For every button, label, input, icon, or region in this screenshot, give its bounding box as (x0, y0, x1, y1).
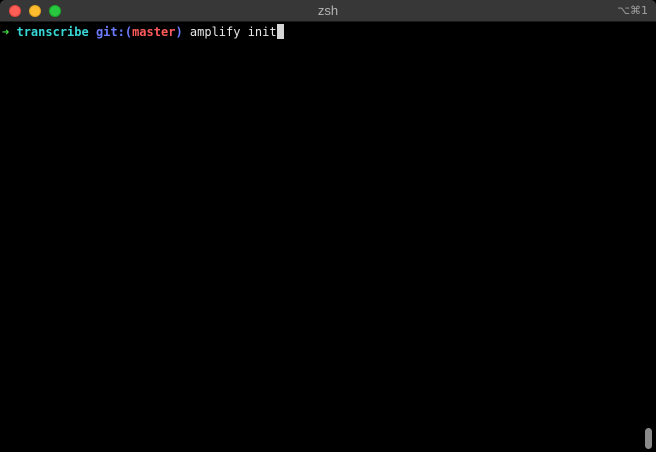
text-cursor (276, 24, 284, 39)
title-bar[interactable]: zsh ⌥⌘1 (0, 0, 656, 22)
window-shortcut-label: ⌥⌘1 (617, 4, 648, 17)
terminal-content[interactable]: ➜ transcribe git:(master) amplify init (0, 22, 640, 452)
window-title: zsh (317, 3, 339, 18)
terminal-window: zsh ⌥⌘1 ➜ transcribe git:(master) amplif… (0, 0, 656, 452)
git-branch: master (132, 25, 176, 39)
prompt-arrow-icon: ➜ (2, 25, 10, 39)
command-input[interactable]: amplify init (190, 25, 277, 39)
prompt-directory: transcribe (16, 25, 89, 39)
git-suffix: ) (175, 25, 183, 39)
git-prefix: git:( (95, 25, 133, 39)
vertical-scrollbar[interactable] (645, 428, 652, 449)
